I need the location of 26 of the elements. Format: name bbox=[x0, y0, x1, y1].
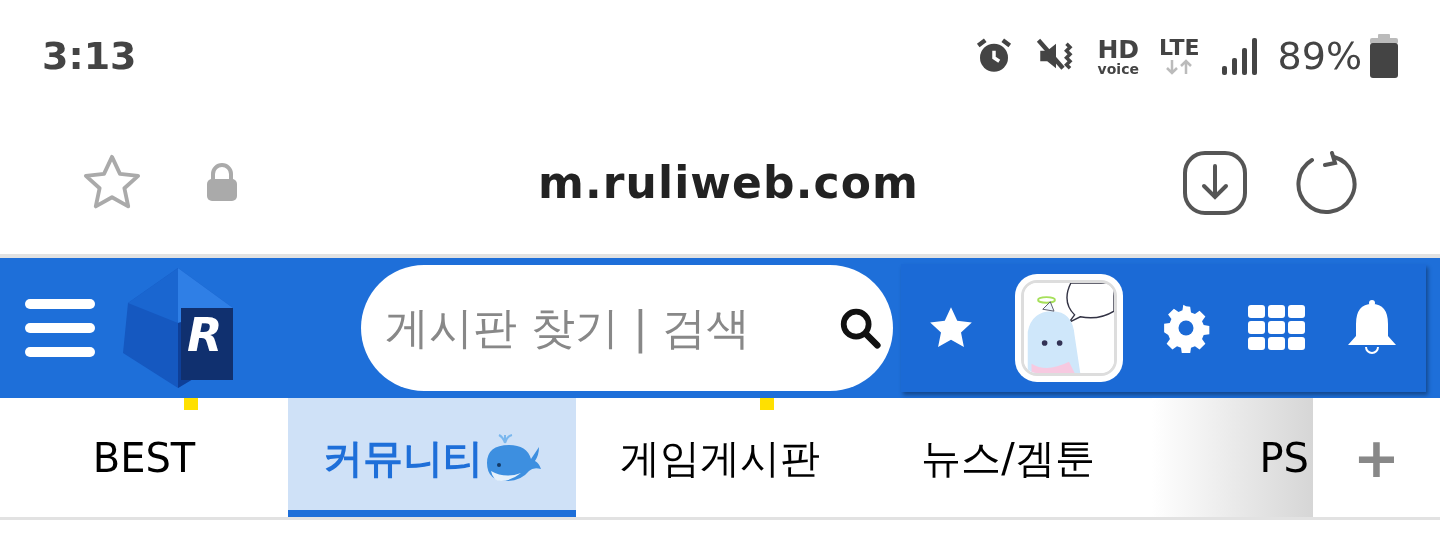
signal-icon bbox=[1219, 36, 1258, 76]
tab-label: 게임게시판 bbox=[620, 433, 820, 483]
network-label: LTE bbox=[1159, 37, 1200, 59]
logo-letter: R bbox=[187, 312, 223, 358]
reload-icon[interactable] bbox=[1294, 151, 1358, 215]
tab-label: 커뮤니티 bbox=[323, 433, 483, 483]
grid-icon[interactable] bbox=[1248, 305, 1307, 351]
tab-label: 뉴스/겜툰 bbox=[921, 433, 1095, 483]
clock-time: 3:13 bbox=[42, 32, 137, 80]
hd-label: HD bbox=[1097, 36, 1140, 62]
search-bar[interactable]: 게시판 찾기 | 검색 bbox=[361, 265, 893, 391]
battery-icon bbox=[1370, 34, 1398, 78]
category-tab[interactable]: 뉴스/겜툰 bbox=[864, 398, 1152, 517]
category-tab[interactable]: 커뮤니티 bbox=[288, 398, 576, 517]
logo-drawing[interactable] bbox=[123, 268, 233, 388]
download-icon[interactable] bbox=[1182, 150, 1248, 216]
page-url[interactable]: m.ruliweb.com bbox=[538, 150, 919, 216]
voice-label: voice bbox=[1097, 61, 1139, 76]
lock-icon bbox=[204, 163, 240, 203]
menu-icon[interactable] bbox=[25, 299, 95, 357]
search-field[interactable]: 게시판 찾기 | 검색 bbox=[385, 295, 837, 361]
tab-label: PS bbox=[1259, 433, 1309, 483]
category-tab[interactable]: 게임게시판 bbox=[576, 398, 864, 517]
tab-label: BEST bbox=[92, 433, 196, 483]
category-tab[interactable]: BEST bbox=[0, 398, 288, 517]
battery-percent: 89% bbox=[1277, 32, 1362, 80]
